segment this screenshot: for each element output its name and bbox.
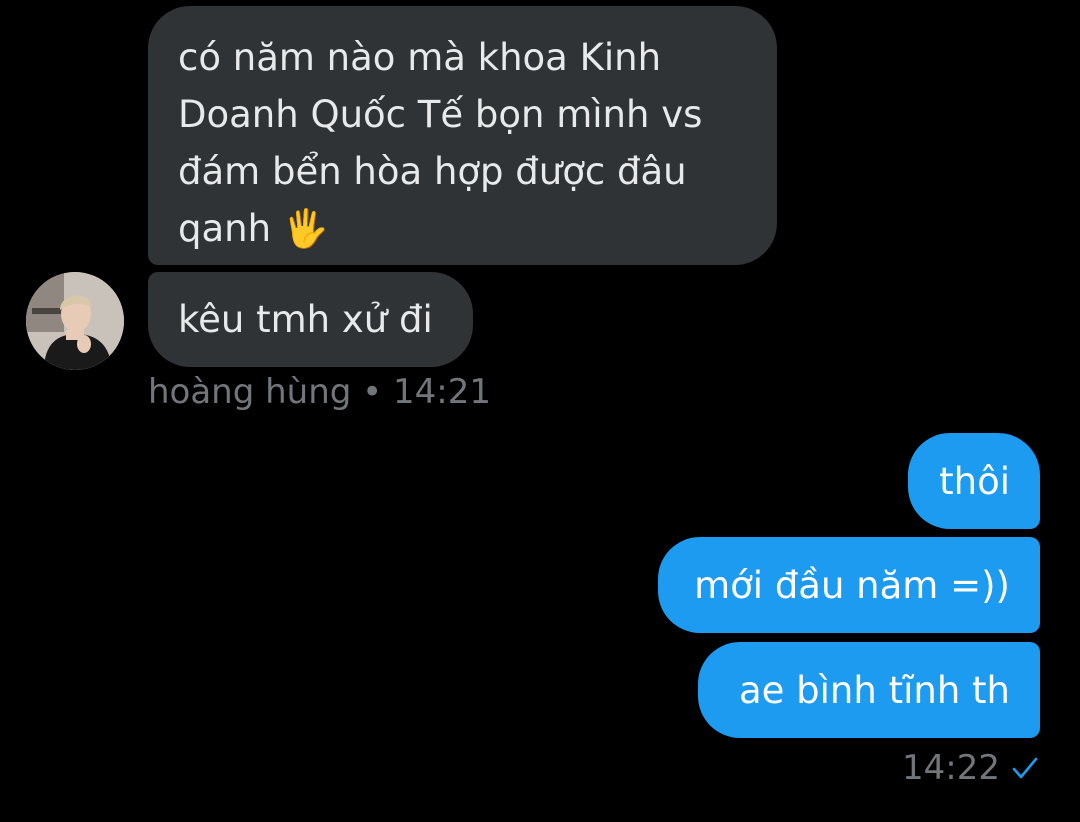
message-text: mới đầu năm =)) [694,564,1010,607]
meta-separator: • [362,372,383,412]
outgoing-message[interactable]: thôi [908,433,1040,529]
single-check-icon [1012,757,1038,779]
conversation-thread: có năm nào mà khoa Kinh Doanh Quốc Tế bọ… [0,0,1080,822]
message-text: ae bình tĩnh th [738,669,1010,712]
message-line: Doanh Quốc Tế bọn mình vs [178,93,703,136]
message-line: có năm nào mà khoa Kinh [178,36,662,79]
sender-name[interactable]: hoàng hùng [148,372,351,412]
incoming-message[interactable]: có năm nào mà khoa Kinh Doanh Quốc Tế bọ… [148,6,777,265]
message-time: 14:21 [393,372,492,412]
incoming-message[interactable]: kêu tmh xử đi [148,272,473,367]
message-text: kêu tmh xử đi [178,298,433,341]
outgoing-message[interactable]: ae bình tĩnh th [698,642,1040,738]
avatar-photo [26,272,124,370]
message-line: đám bển hòa hợp được đâu [178,150,687,193]
message-time: 14:22 [902,748,1000,788]
sender-avatar[interactable] [26,272,124,370]
message-text: thôi [939,460,1010,503]
outgoing-message-meta: 14:22 [902,744,1040,792]
message-line: qanh 🖐 [178,207,329,250]
incoming-message-meta: hoàng hùng • 14:21 [148,368,491,416]
outgoing-message[interactable]: mới đầu năm =)) [658,537,1040,633]
